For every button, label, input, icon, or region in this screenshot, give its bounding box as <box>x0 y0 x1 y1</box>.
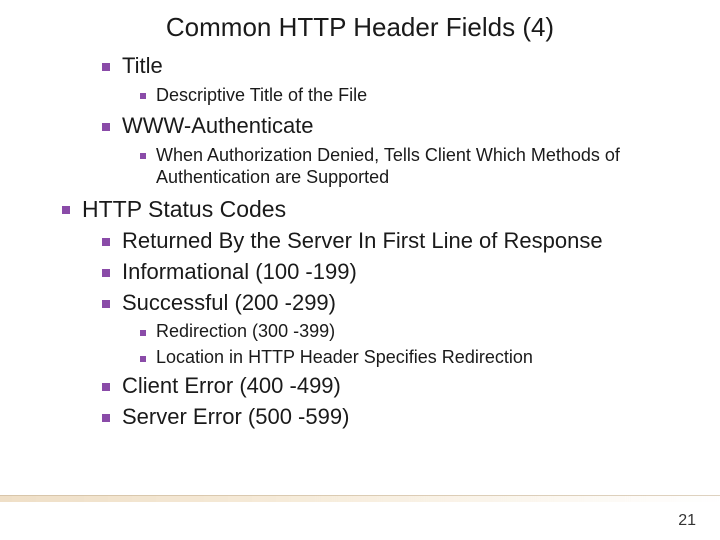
bullet-text: Descriptive Title of the File <box>156 84 690 107</box>
bullet-server-error: Server Error (500 -599) <box>102 404 690 430</box>
bullet-text: Successful (200 -299) <box>122 290 690 316</box>
bullet-text: Server Error (500 -599) <box>122 404 690 430</box>
slide: Common HTTP Header Fields (4) Title Desc… <box>0 0 720 540</box>
slide-title: Common HTTP Header Fields (4) <box>0 0 720 47</box>
bullet-status-codes: HTTP Status Codes <box>62 196 690 223</box>
bullet-icon <box>140 330 146 336</box>
subbullet-redirection: Redirection (300 -399) <box>140 321 690 342</box>
bullet-returned-by: Returned By the Server In First Line of … <box>102 228 690 254</box>
subbullet-location: Location in HTTP Header Specifies Redire… <box>140 347 690 368</box>
bullet-icon <box>102 123 110 131</box>
bullet-text: WWW-Authenticate <box>122 113 690 139</box>
bullet-text: Redirection (300 -399) <box>156 321 690 342</box>
subbullet-www-auth-desc: When Authorization Denied, Tells Client … <box>140 144 690 189</box>
page-number: 21 <box>678 512 696 530</box>
bullet-icon <box>140 356 146 362</box>
bullet-icon <box>102 383 110 391</box>
bullet-icon <box>102 414 110 422</box>
footer-divider <box>0 495 720 502</box>
bullet-text: Returned By the Server In First Line of … <box>122 228 690 254</box>
bullet-informational: Informational (100 -199) <box>102 259 690 285</box>
bullet-text: When Authorization Denied, Tells Client … <box>156 144 690 189</box>
subbullet-title-desc: Descriptive Title of the File <box>140 84 690 107</box>
bullet-successful: Successful (200 -299) <box>102 290 690 316</box>
bullet-icon <box>102 300 110 308</box>
slide-content: Title Descriptive Title of the File WWW-… <box>0 53 720 430</box>
bullet-icon <box>62 206 70 214</box>
bullet-text: HTTP Status Codes <box>82 196 690 223</box>
bullet-icon <box>140 93 146 99</box>
bullet-icon <box>102 63 110 71</box>
bullet-text: Informational (100 -199) <box>122 259 690 285</box>
bullet-client-error: Client Error (400 -499) <box>102 373 690 399</box>
bullet-title: Title <box>102 53 690 79</box>
bullet-text: Title <box>122 53 690 79</box>
bullet-text: Location in HTTP Header Specifies Redire… <box>156 347 690 368</box>
bullet-icon <box>140 153 146 159</box>
bullet-text: Client Error (400 -499) <box>122 373 690 399</box>
bullet-icon <box>102 238 110 246</box>
bullet-www-auth: WWW-Authenticate <box>102 113 690 139</box>
bullet-icon <box>102 269 110 277</box>
